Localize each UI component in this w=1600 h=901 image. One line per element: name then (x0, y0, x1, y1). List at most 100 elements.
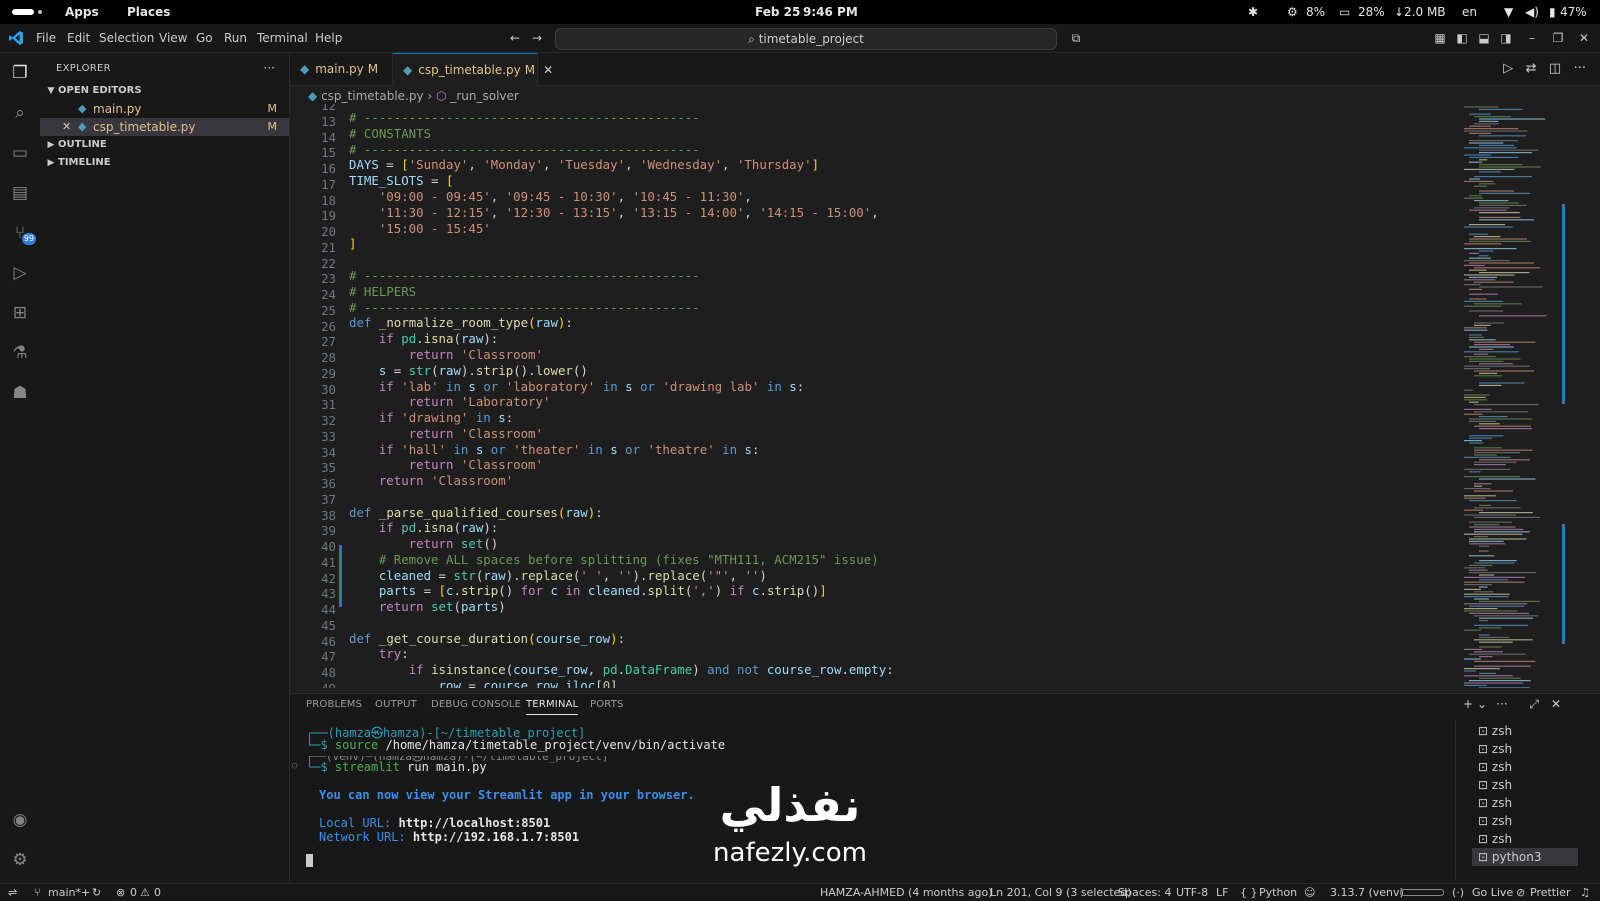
chevron-down-icon[interactable]: ⌄ (1474, 696, 1490, 712)
minimap-line (1479, 579, 1508, 581)
nav-back-icon[interactable]: ← (507, 30, 523, 46)
python-interpreter[interactable]: 3.13.7 (venv) (1330, 884, 1404, 901)
more-actions-icon[interactable]: ··· (264, 61, 275, 75)
terminal-instance[interactable]: ⊡ zsh (1478, 830, 1512, 848)
tab-debug-console[interactable]: DEBUG CONSOLE (431, 699, 521, 710)
code-editor[interactable]: 12 13 14 15 16 17 18 19 20 21 22 23 24 25 26 27 28 29 30 31… (290, 104, 1460, 688)
testing-icon[interactable]: ⚗ (8, 341, 32, 365)
prettier-status[interactable]: Prettier (1530, 884, 1570, 901)
breadcrumb-symbol[interactable]: _run_solver (450, 89, 519, 103)
explorer-icon[interactable]: ❐ (8, 61, 32, 85)
places-menu[interactable]: Places (127, 5, 170, 19)
terminal-instance[interactable]: ⊡ zsh (1478, 740, 1512, 758)
tab-output[interactable]: OUTPUT (375, 699, 417, 710)
toggle-secondary-sidebar-icon[interactable]: ◨ (1498, 30, 1514, 46)
more-actions-icon[interactable]: ··· (1494, 696, 1510, 712)
terminal-instance[interactable]: ⊡ zsh (1478, 812, 1512, 830)
tab-problems[interactable]: PROBLEMS (306, 699, 362, 710)
tab-csp-timetable-py[interactable]: ◆ csp_timetable.py M ✕ (393, 53, 553, 86)
menu-help[interactable]: Help (315, 31, 342, 45)
close-panel-icon[interactable]: ✕ (1548, 696, 1564, 712)
copilot-icon[interactable]: ⧉ (1068, 30, 1084, 46)
run-debug-icon[interactable]: ▷ (8, 261, 32, 285)
outline-section[interactable]: ▶ OUTLINE (40, 136, 289, 154)
close-window-icon[interactable]: ✕ (1576, 30, 1592, 46)
close-tab-icon[interactable]: ✕ (543, 63, 553, 77)
apps-menu[interactable]: Apps (65, 5, 99, 19)
timeline-section[interactable]: ▶ TIMELINE (40, 154, 289, 172)
tab-terminal[interactable]: TERMINAL (526, 699, 579, 715)
activities-indicator[interactable] (12, 9, 34, 15)
open-editor-csp-timetable-py[interactable]: ✕ ◆ csp_timetable.py M (40, 118, 289, 136)
manage-gear-icon[interactable]: ⚙ (8, 848, 32, 872)
restore-icon[interactable]: ❐ (1550, 30, 1566, 46)
minimap-line (1479, 118, 1546, 120)
watermark-latin: nafezly.com (713, 838, 867, 868)
extensions-icon[interactable]: ⊞ (8, 301, 32, 325)
minimap-line (1479, 216, 1521, 218)
open-editor-main-py[interactable]: ◆ main.py M (40, 100, 289, 118)
source-control-icon[interactable]: ⑂ 99 (8, 221, 36, 245)
menu-run[interactable]: Run (224, 31, 247, 45)
language-mode[interactable]: Python (1259, 884, 1297, 901)
encoding[interactable]: UTF-8 (1176, 884, 1208, 901)
menu-view[interactable]: View (159, 31, 187, 45)
menu-go[interactable]: Go (196, 31, 213, 45)
volume-icon[interactable]: ◀) (1525, 5, 1539, 19)
bluetooth-icon[interactable]: ✱ (1248, 5, 1258, 19)
warning-count[interactable]: 0 (154, 884, 161, 901)
split-editor-icon[interactable]: ◫ (1549, 61, 1561, 76)
copilot-status-icon[interactable]: ☺ (1304, 884, 1315, 901)
code-line: return 'Classroom' (408, 426, 543, 441)
terminal-instance-active[interactable]: ⊡ python3 (1472, 848, 1578, 866)
search-view-icon[interactable]: ⌕ (8, 101, 32, 125)
git-branch[interactable]: main*+ (48, 884, 90, 901)
minimap[interactable] (1460, 104, 1560, 688)
keyboard-language[interactable]: en (1462, 5, 1477, 19)
minimap-line (1469, 401, 1479, 403)
toggle-sidebar-icon[interactable]: ◧ (1454, 30, 1470, 46)
pages-icon[interactable]: ▤ (8, 181, 32, 205)
customize-layout-icon[interactable]: ▦ (1432, 30, 1448, 46)
command-center-search[interactable]: ⌕ timetable_project (555, 28, 1057, 50)
remote-icon[interactable]: ⇌ (8, 884, 17, 901)
compare-changes-icon[interactable]: ⇄ (1526, 61, 1537, 76)
terminal-instance[interactable]: ⊡ zsh (1478, 758, 1512, 776)
remote-explorer-icon[interactable]: ▭ (8, 141, 32, 165)
terminal-instance[interactable]: ⊡ zsh (1478, 794, 1512, 812)
accounts-icon[interactable]: ◉ (8, 808, 32, 832)
minimize-icon[interactable]: – (1524, 30, 1540, 46)
cursor-position[interactable]: Ln 201, Col 9 (3 selected) (990, 884, 1132, 901)
go-live[interactable]: Go Live (1472, 884, 1513, 901)
git-blame[interactable]: HAMZA-AHMED (4 months ago) (820, 884, 993, 901)
indentation[interactable]: Spaces: 4 (1118, 884, 1171, 901)
open-editors-section[interactable]: ▼ OPEN EDITORS (40, 82, 289, 100)
minimap-line (1469, 569, 1488, 571)
time-label[interactable]: 9:46 PM (803, 5, 858, 19)
notifications-bell-icon[interactable]: ♫ (1580, 884, 1590, 901)
wifi-icon[interactable]: ▼ (1504, 5, 1513, 19)
menu-terminal[interactable]: Terminal (257, 31, 308, 45)
tab-main-py[interactable]: ◆ main.py M (290, 53, 393, 85)
nav-forward-icon[interactable]: → (529, 30, 545, 46)
error-count[interactable]: 0 (130, 884, 137, 901)
maximize-panel-icon[interactable]: ⤢ (1526, 696, 1542, 712)
close-editor-icon[interactable]: ✕ (62, 118, 71, 136)
line-number: 47 (321, 649, 336, 665)
menu-selection[interactable]: Selection (99, 31, 154, 45)
date-label[interactable]: Feb 25 (755, 5, 800, 19)
terminal-instance[interactable]: ⊡ zsh (1478, 776, 1512, 794)
tab-ports[interactable]: PORTS (590, 699, 624, 710)
line-number: 46 (321, 633, 336, 649)
toggle-panel-icon[interactable]: ⬓ (1476, 30, 1492, 46)
python-icon[interactable]: ☗ (8, 381, 32, 405)
terminal-instance[interactable]: ⊡ zsh (1478, 722, 1512, 740)
more-actions-icon[interactable]: ··· (1574, 61, 1586, 76)
editor-scrollbar[interactable] (1558, 104, 1570, 688)
sync-icon[interactable]: ↻ (92, 884, 101, 901)
breadcrumb-file[interactable]: csp_timetable.py (321, 89, 424, 103)
run-file-icon[interactable]: ▷ (1503, 61, 1513, 76)
menu-edit[interactable]: Edit (67, 31, 90, 45)
menu-file[interactable]: File (36, 31, 56, 45)
end-of-line[interactable]: LF (1216, 884, 1228, 901)
